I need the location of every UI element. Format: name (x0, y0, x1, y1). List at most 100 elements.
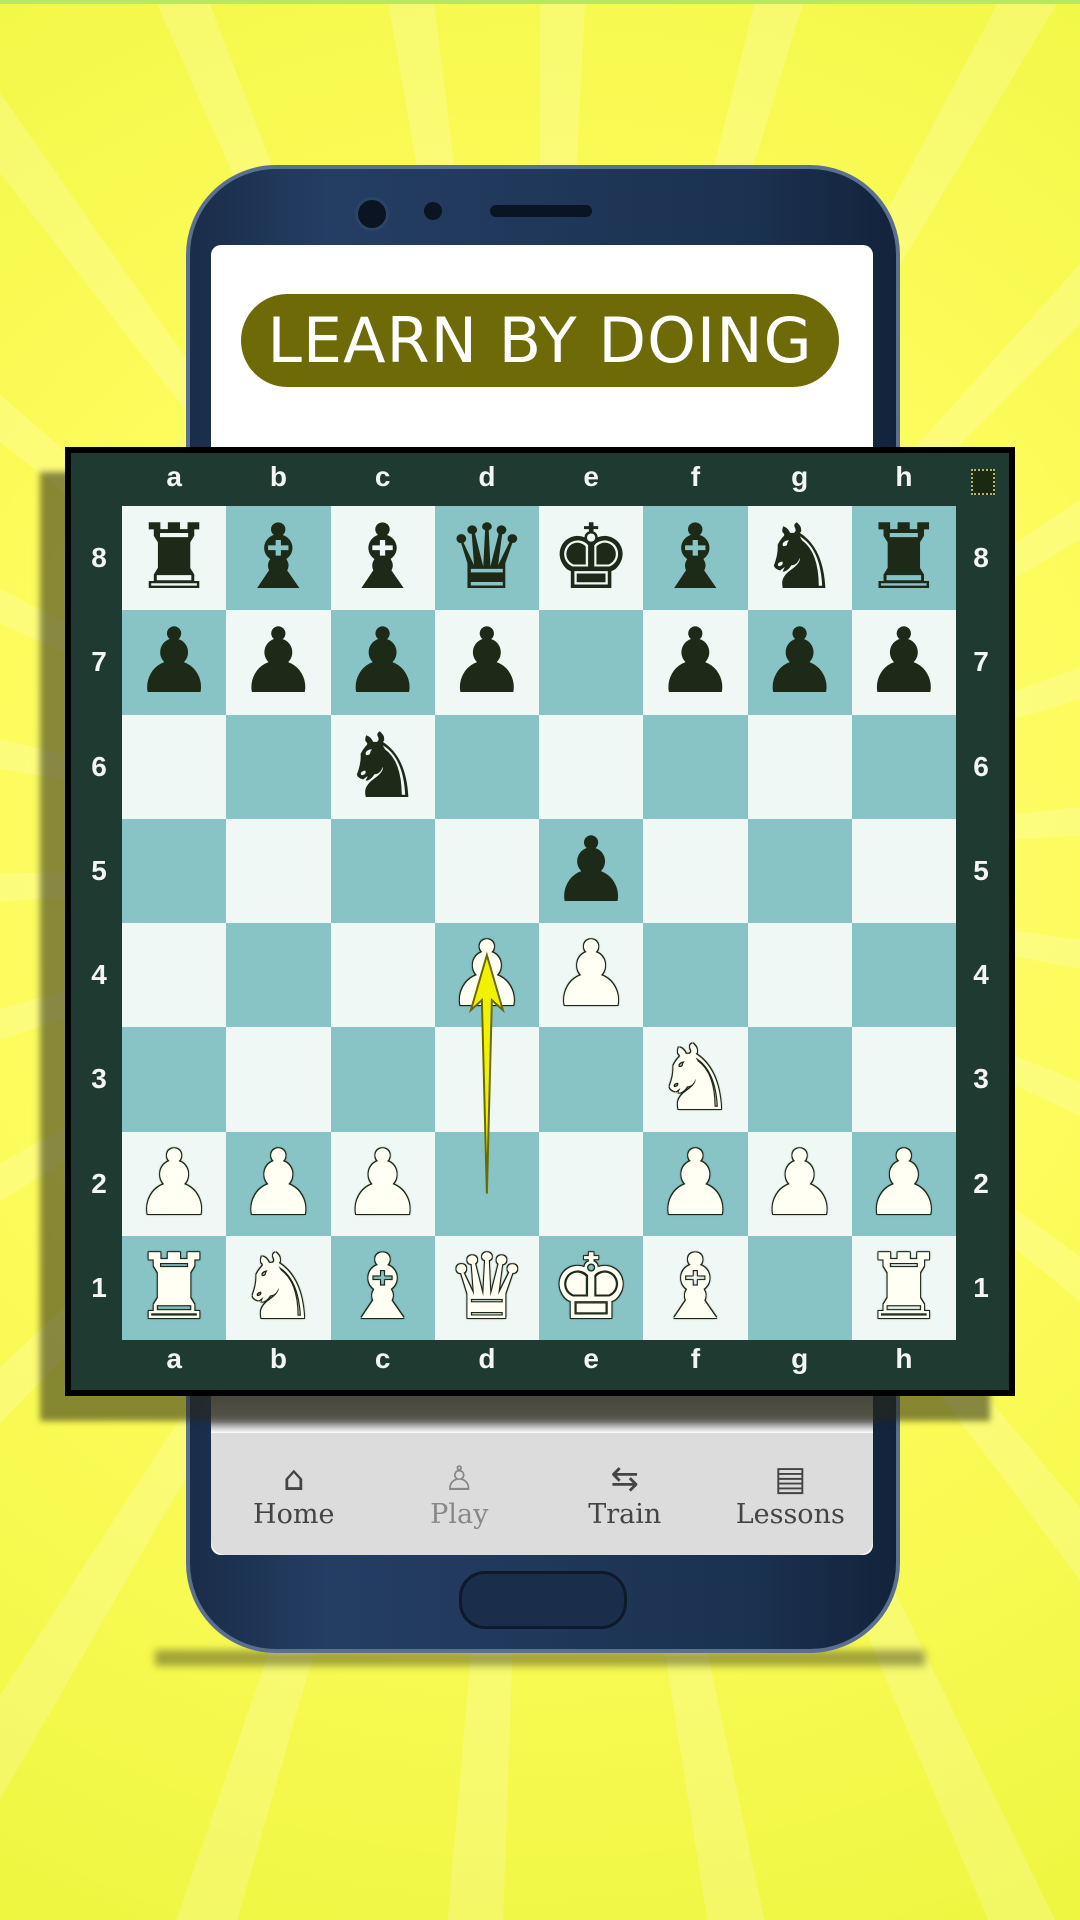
square-d8[interactable]: ♛ (434, 506, 539, 611)
white-pawn-icon[interactable]: ♟ (447, 930, 528, 1020)
square-c8[interactable]: ♝ (330, 506, 435, 611)
white-pawn-icon[interactable]: ♟ (864, 1138, 945, 1229)
black-pawn-icon[interactable]: ♟ (134, 617, 215, 707)
square-e7[interactable] (539, 610, 644, 715)
white-pawn-icon[interactable]: ♟ (134, 1138, 215, 1229)
square-h1[interactable]: ♜ (851, 1235, 956, 1340)
square-d6[interactable] (434, 714, 539, 819)
square-e1[interactable]: ♚ (539, 1235, 644, 1340)
square-a7[interactable]: ♟ (122, 610, 227, 715)
square-e3[interactable] (539, 1027, 644, 1132)
square-e6[interactable] (539, 714, 644, 819)
square-e8[interactable]: ♚ (539, 506, 644, 611)
square-b2[interactable]: ♟ (226, 1131, 331, 1236)
square-g3[interactable] (747, 1027, 852, 1132)
square-f3[interactable]: ♞ (643, 1027, 748, 1132)
square-g1[interactable] (747, 1235, 852, 1340)
chess-board[interactable]: ♜ ♝ ♝ ♛ ♚ ♝ ♞ ♜ ♟ ♟ ♟ ♟ ♟ ♟ ♟ ♞ ♟ ♟ ♟ ♞ ♟ ♟ ♟ ♟ ♟ ♟ ♜ ♞ ♝ ♛ ♚ ♝ ♜ (122, 506, 956, 1340)
square-a4[interactable] (122, 923, 227, 1028)
square-g4[interactable] (747, 923, 852, 1028)
square-b4[interactable] (226, 923, 331, 1028)
black-rook-icon[interactable]: ♜ (864, 513, 945, 603)
white-pawn-icon[interactable]: ♟ (342, 1138, 423, 1229)
black-pawn-icon[interactable]: ♟ (759, 617, 840, 707)
square-h4[interactable] (851, 923, 956, 1028)
square-a2[interactable]: ♟ (122, 1131, 227, 1236)
square-f7[interactable]: ♟ (643, 610, 748, 715)
square-b5[interactable] (226, 818, 331, 923)
square-a8[interactable]: ♜ (122, 506, 227, 611)
square-f5[interactable] (643, 818, 748, 923)
square-c6[interactable]: ♞ (330, 714, 435, 819)
black-pawn-icon[interactable]: ♟ (551, 825, 632, 916)
board-settings-toggle[interactable] (971, 469, 995, 495)
black-queen-icon[interactable]: ♛ (447, 513, 528, 603)
black-rook-icon[interactable]: ♜ (134, 513, 215, 603)
square-g8[interactable]: ♞ (747, 506, 852, 611)
black-pawn-icon[interactable]: ♟ (342, 617, 423, 707)
nav-lessons[interactable]: ▤ Lessons (708, 1433, 874, 1555)
white-pawn-icon[interactable]: ♟ (551, 930, 632, 1020)
nav-train[interactable]: ⇆ Train (542, 1433, 708, 1555)
square-d1[interactable]: ♛ (434, 1235, 539, 1340)
white-pawn-icon[interactable]: ♟ (655, 1138, 736, 1229)
square-g7[interactable]: ♟ (747, 610, 852, 715)
square-g2[interactable]: ♟ (747, 1131, 852, 1236)
square-b6[interactable] (226, 714, 331, 819)
black-pawn-icon[interactable]: ♟ (864, 617, 945, 707)
square-g5[interactable] (747, 818, 852, 923)
square-b8[interactable]: ♝ (226, 506, 331, 611)
square-h5[interactable] (851, 818, 956, 923)
white-bishop-icon[interactable]: ♝ (342, 1242, 423, 1333)
black-pawn-icon[interactable]: ♟ (447, 617, 528, 707)
square-d7[interactable]: ♟ (434, 610, 539, 715)
square-c1[interactable]: ♝ (330, 1235, 435, 1340)
square-a1[interactable]: ♜ (122, 1235, 227, 1340)
square-d2[interactable] (434, 1131, 539, 1236)
white-knight-icon[interactable]: ♞ (238, 1242, 319, 1333)
nav-home[interactable]: ⌂ Home (211, 1433, 377, 1555)
square-h2[interactable]: ♟ (851, 1131, 956, 1236)
square-a3[interactable] (122, 1027, 227, 1132)
square-a6[interactable] (122, 714, 227, 819)
black-knight-icon[interactable]: ♞ (342, 721, 423, 812)
square-c2[interactable]: ♟ (330, 1131, 435, 1236)
white-knight-icon[interactable]: ♞ (655, 1034, 736, 1124)
square-f2[interactable]: ♟ (643, 1131, 748, 1236)
square-h8[interactable]: ♜ (851, 506, 956, 611)
black-king-icon[interactable]: ♚ (551, 513, 632, 603)
black-pawn-icon[interactable]: ♟ (655, 617, 736, 707)
square-f6[interactable] (643, 714, 748, 819)
white-king-icon[interactable]: ♚ (551, 1242, 632, 1333)
square-b1[interactable]: ♞ (226, 1235, 331, 1340)
square-e5[interactable]: ♟ (539, 818, 644, 923)
square-f1[interactable]: ♝ (643, 1235, 748, 1340)
black-knight-icon[interactable]: ♞ (759, 513, 840, 603)
black-bishop-icon[interactable]: ♝ (342, 513, 423, 603)
square-d3[interactable] (434, 1027, 539, 1132)
square-h7[interactable]: ♟ (851, 610, 956, 715)
black-bishop-icon[interactable]: ♝ (655, 513, 736, 603)
white-bishop-icon[interactable]: ♝ (655, 1242, 736, 1333)
square-f4[interactable] (643, 923, 748, 1028)
square-c4[interactable] (330, 923, 435, 1028)
square-e4[interactable]: ♟ (539, 923, 644, 1028)
square-b7[interactable]: ♟ (226, 610, 331, 715)
square-c7[interactable]: ♟ (330, 610, 435, 715)
square-f8[interactable]: ♝ (643, 506, 748, 611)
square-h6[interactable] (851, 714, 956, 819)
white-rook-icon[interactable]: ♜ (864, 1242, 945, 1333)
white-queen-icon[interactable]: ♛ (447, 1242, 528, 1333)
square-a5[interactable] (122, 818, 227, 923)
square-d4[interactable]: ♟ (434, 923, 539, 1028)
square-e2[interactable] (539, 1131, 644, 1236)
square-g6[interactable] (747, 714, 852, 819)
white-pawn-icon[interactable]: ♟ (759, 1138, 840, 1229)
black-bishop-icon[interactable]: ♝ (238, 513, 319, 603)
white-rook-icon[interactable]: ♜ (134, 1242, 215, 1333)
square-h3[interactable] (851, 1027, 956, 1132)
square-d5[interactable] (434, 818, 539, 923)
square-c5[interactable] (330, 818, 435, 923)
square-b3[interactable] (226, 1027, 331, 1132)
white-pawn-icon[interactable]: ♟ (238, 1138, 319, 1229)
